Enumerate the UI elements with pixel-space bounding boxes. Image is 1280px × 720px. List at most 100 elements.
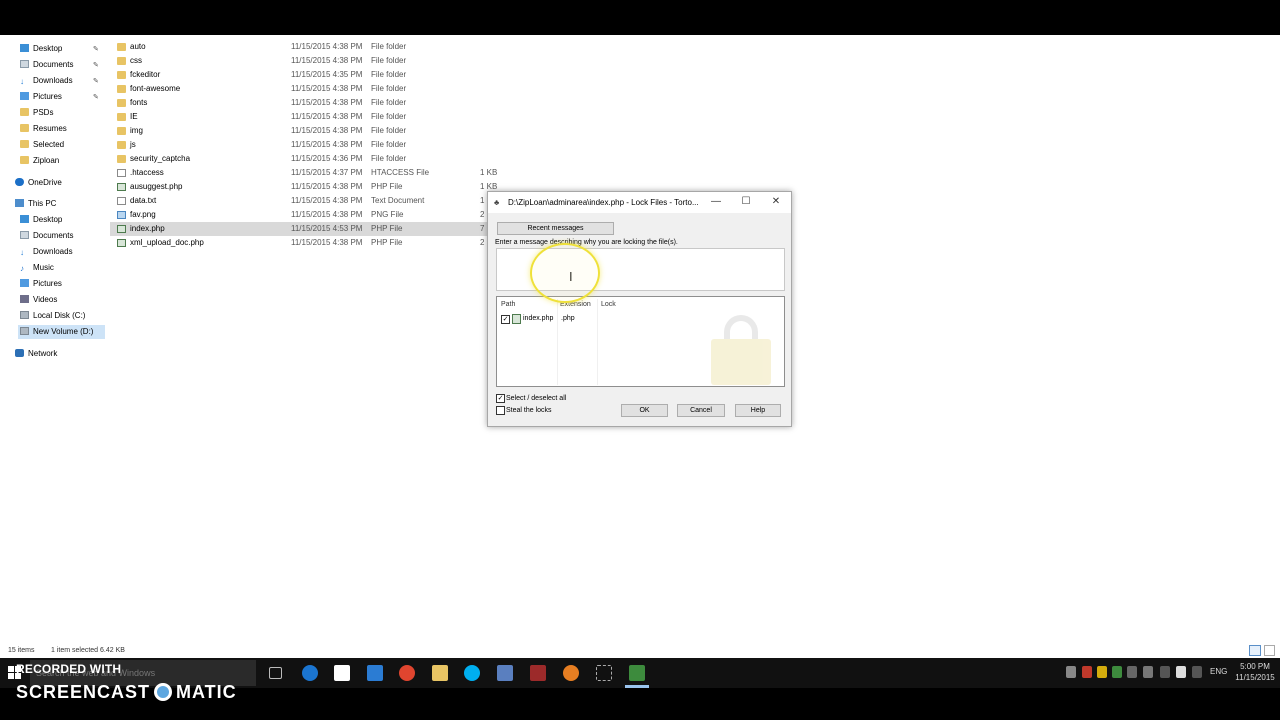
firefox-icon[interactable] — [563, 665, 579, 681]
nav-resumes[interactable]: Resumes — [20, 122, 67, 136]
nav-local-disk-c[interactable]: Local Disk (C:) — [20, 309, 85, 323]
nav-pc-music[interactable]: ♪ Music — [20, 261, 54, 275]
file-row[interactable]: fonts 11/15/2015 4:38 PM File folder — [110, 96, 490, 110]
nav-pictures[interactable]: Pictures — [20, 90, 62, 104]
security-shield-icon[interactable] — [530, 665, 546, 681]
cancel-button[interactable]: Cancel — [677, 404, 725, 417]
lock-message-input[interactable]: I — [496, 248, 785, 291]
steal-locks-checkbox[interactable] — [496, 406, 505, 415]
file-row[interactable]: .htaccess 11/15/2015 4:37 PM HTACCESS File… — [110, 166, 497, 180]
file-row[interactable]: font-awesome 11/15/2015 4:38 PM File folde… — [110, 82, 490, 96]
close-button[interactable]: ✕ — [769, 196, 783, 207]
file-name: index.php — [130, 224, 165, 233]
edge-icon[interactable] — [302, 665, 318, 681]
pin-icon[interactable]: ✎ — [93, 61, 99, 69]
file-type: PHP File — [371, 238, 403, 247]
nav-pc-videos[interactable]: Videos — [20, 293, 57, 307]
tray-notification-icon[interactable] — [1176, 666, 1186, 678]
recent-messages-button[interactable]: Recent messages — [497, 222, 614, 235]
chrome-icon[interactable] — [399, 665, 415, 681]
file-type: File folder — [371, 42, 407, 51]
maximize-button[interactable]: ☐ — [739, 196, 753, 207]
ok-button[interactable]: OK — [621, 404, 668, 417]
file-row[interactable]: img 11/15/2015 4:38 PM File folder — [110, 124, 490, 138]
tortoise-icon: ♣ — [494, 198, 500, 207]
column-lock[interactable]: Lock — [601, 301, 616, 308]
nav-new-volume-d[interactable]: New Volume (D:) — [18, 325, 105, 339]
file-name: fav.png — [130, 210, 156, 219]
nav-pc-desktop[interactable]: Desktop — [20, 213, 62, 227]
row-checkbox[interactable]: ✓ — [501, 315, 510, 324]
files-to-lock-list[interactable]: Path Extension Lock ✓ index.php .php — [496, 296, 785, 387]
dialog-titlebar[interactable]: ♣ D:\ZipLoan\adminarea\index.php - Lock … — [488, 192, 791, 213]
folder-icon — [117, 57, 126, 65]
watermark-matic: MATIC — [176, 682, 237, 702]
large-icons-view-icon[interactable] — [1264, 645, 1275, 656]
downloads-icon: ↓ — [20, 248, 24, 257]
file-size: 1 KB — [480, 168, 498, 177]
minimize-button[interactable]: — — [709, 196, 723, 207]
file-explorer-icon[interactable] — [432, 665, 448, 681]
image-file-icon — [117, 211, 126, 219]
select-all-checkbox[interactable]: ✓ — [496, 394, 505, 403]
word-icon[interactable] — [367, 665, 383, 681]
screencast-logo-icon — [154, 683, 173, 701]
column-extension[interactable]: Extension — [560, 301, 591, 308]
help-button[interactable]: Help — [735, 404, 781, 417]
nav-pc-documents[interactable]: Documents — [20, 229, 73, 243]
clock-time: 5:00 PM — [1240, 662, 1270, 671]
file-name: css — [130, 56, 142, 65]
tortoise-svn-icon[interactable] — [629, 665, 645, 681]
tray-cloud-icon[interactable] — [1066, 666, 1076, 678]
details-view-icon[interactable] — [1249, 645, 1261, 656]
nav-desktop[interactable]: Desktop — [20, 42, 62, 56]
pin-icon[interactable]: ✎ — [93, 45, 99, 53]
folder-icon — [117, 43, 126, 51]
task-view-icon[interactable] — [269, 667, 282, 679]
file-row[interactable]: data.txt 11/15/2015 4:38 PM Text Document 1 — [110, 194, 490, 208]
file-row[interactable]: js 11/15/2015 4:38 PM File folder — [110, 138, 490, 152]
file-row[interactable]: IE 11/15/2015 4:38 PM File folder — [110, 110, 490, 124]
nav-documents[interactable]: Documents — [20, 58, 73, 72]
file-date: 11/15/2015 4:35 PM — [291, 70, 363, 79]
tray-network-icon[interactable] — [1127, 666, 1137, 678]
file-row[interactable]: auto 11/15/2015 4:38 PM File folder — [110, 40, 490, 54]
pin-icon[interactable]: ✎ — [93, 93, 99, 101]
file-row[interactable]: ausuggest.php 11/15/2015 4:38 PM PHP File 1… — [110, 180, 497, 194]
nav-ziploan[interactable]: Ziploan — [20, 154, 59, 168]
nav-this-pc[interactable]: This PC — [15, 197, 56, 211]
skype-icon[interactable] — [464, 665, 480, 681]
clock[interactable]: 5:00 PM 11/15/2015 — [1235, 661, 1275, 683]
tray-app-icon[interactable] — [1112, 666, 1122, 678]
file-row[interactable]: fav.png 11/15/2015 4:38 PM PNG File 2 — [110, 208, 490, 222]
file-date: 11/15/2015 4:53 PM — [291, 224, 363, 233]
tray-volume-icon[interactable] — [1143, 666, 1153, 678]
file-row[interactable]: security_captcha 11/15/2015 4:36 PM File f… — [110, 152, 490, 166]
app-icon[interactable] — [497, 665, 513, 681]
tray-app-icon[interactable] — [1097, 666, 1107, 678]
php-file-icon — [117, 225, 126, 233]
snipping-tool-icon[interactable] — [596, 665, 612, 681]
nav-pc-pictures[interactable]: Pictures — [20, 277, 62, 291]
pin-icon[interactable]: ✎ — [93, 77, 99, 85]
folder-icon — [117, 127, 126, 135]
file-row[interactable]: xml_upload_doc.php 11/15/2015 4:38 PM PHP … — [110, 236, 490, 250]
language-indicator[interactable]: ENG — [1210, 667, 1227, 676]
nav-network[interactable]: Network — [15, 347, 57, 361]
nav-downloads[interactable]: ↓ Downloads — [20, 74, 73, 88]
file-row[interactable]: fckeditor 11/15/2015 4:35 PM File folder — [110, 68, 490, 82]
column-path[interactable]: Path — [501, 301, 515, 308]
downloads-icon: ↓ — [20, 77, 24, 86]
clock-date: 11/15/2015 — [1235, 673, 1275, 682]
nav-pc-downloads[interactable]: ↓ Downloads — [20, 245, 73, 259]
nav-psds[interactable]: PSDs — [20, 106, 53, 120]
tray-app-icon[interactable] — [1160, 666, 1170, 678]
nav-onedrive[interactable]: OneDrive — [15, 176, 62, 190]
file-row[interactable]: index.php 11/15/2015 4:53 PM PHP File 7 — [110, 222, 490, 236]
nav-selected[interactable]: Selected — [20, 138, 64, 152]
select-all-label: Select / deselect all — [506, 395, 567, 402]
store-icon[interactable] — [334, 665, 350, 681]
tray-keyboard-icon[interactable] — [1192, 666, 1202, 678]
file-row[interactable]: css 11/15/2015 4:38 PM File folder — [110, 54, 490, 68]
tray-acrobat-icon[interactable] — [1082, 666, 1092, 678]
